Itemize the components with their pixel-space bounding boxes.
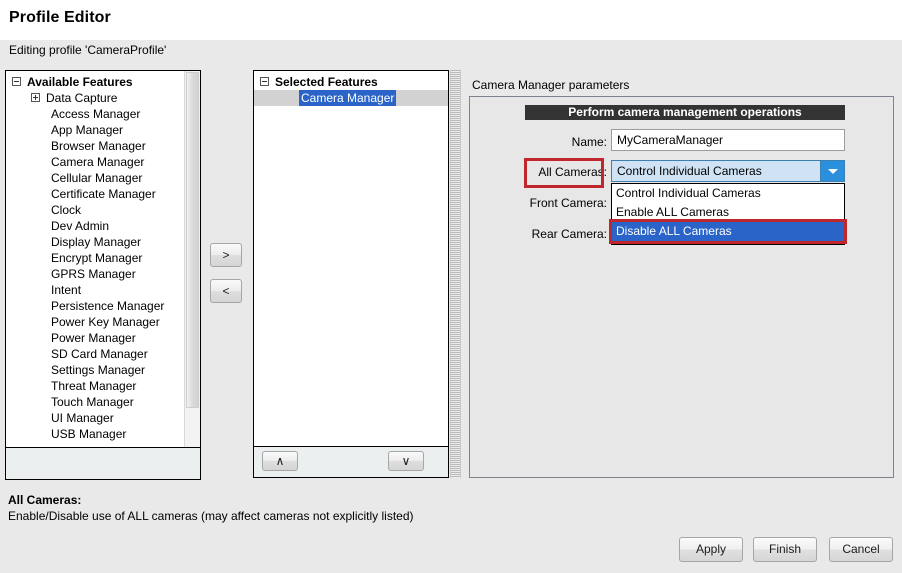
tree-item-label: Browser Manager: [51, 139, 146, 153]
selected-root-label: Selected Features: [275, 75, 378, 89]
tree-item-label: Settings Manager: [51, 363, 146, 377]
description-title: All Cameras:: [8, 493, 82, 507]
tree-item-gprs-manager[interactable]: GPRS Manager: [6, 266, 184, 282]
all-cameras-selected-value: Control Individual Cameras: [617, 164, 762, 178]
tree-item-label: Data Capture: [46, 91, 118, 105]
selected-feature-label: Camera Manager: [299, 90, 397, 106]
tree-item-data-capture[interactable]: Data Capture: [6, 90, 184, 106]
tree-item-touch-manager[interactable]: Touch Manager: [6, 394, 184, 410]
label-front-camera: Front Camera:: [529, 196, 607, 210]
tree-item-power-key-manager[interactable]: Power Key Manager: [6, 314, 184, 330]
tree-item-label: USB Manager: [51, 427, 127, 441]
tree-item-label: GPRS Manager: [51, 267, 136, 281]
tree-item-cellular-manager[interactable]: Cellular Manager: [6, 170, 184, 186]
collapse-minus-icon[interactable]: [12, 77, 21, 87]
tree-item-power-manager[interactable]: Power Manager: [6, 330, 184, 346]
collapse-minus-icon[interactable]: [260, 77, 269, 87]
selected-feature-item[interactable]: Camera Manager: [254, 90, 448, 106]
tree-item-label: Power Key Manager: [51, 315, 160, 329]
tree-root-available-features[interactable]: Available Features: [6, 74, 184, 90]
tree-item-app-manager[interactable]: App Manager: [6, 122, 184, 138]
tree-item-label: Dev Admin: [51, 219, 110, 233]
dropdown-option-enable-all-cameras[interactable]: Enable ALL Cameras: [612, 203, 844, 222]
label-all-cameras: All Cameras:: [538, 165, 607, 179]
tree-item-clock[interactable]: Clock: [6, 202, 184, 218]
label-rear-camera: Rear Camera:: [531, 227, 607, 241]
available-features-scrollbar[interactable]: [184, 71, 200, 447]
tree-item-settings-manager[interactable]: Settings Manager: [6, 362, 184, 378]
name-input[interactable]: MyCameraManager: [611, 129, 845, 151]
apply-button[interactable]: Apply: [679, 537, 743, 562]
tree-item-persistence-manager[interactable]: Persistence Manager: [6, 298, 184, 314]
tree-item-label: Persistence Manager: [51, 299, 165, 313]
tree-item-certificate-manager[interactable]: Certificate Manager: [6, 186, 184, 202]
move-down-button[interactable]: ∨: [388, 451, 424, 471]
tree-item-intent[interactable]: Intent: [6, 282, 184, 298]
tree-root-label: Available Features: [27, 75, 133, 89]
tree-item-camera-manager[interactable]: Camera Manager: [6, 154, 184, 170]
selected-features-panel[interactable]: Selected Features Camera Manager ∧ ∨: [253, 70, 449, 478]
tree-item-sd-card-manager[interactable]: SD Card Manager: [6, 346, 184, 362]
tree-item-ui-manager[interactable]: UI Manager: [6, 410, 184, 426]
tree-item-usb-manager[interactable]: USB Manager: [6, 426, 184, 442]
caret-glyph: [828, 169, 838, 174]
tree-item-label: Power Manager: [51, 331, 136, 345]
tree-item-browser-manager[interactable]: Browser Manager: [6, 138, 184, 154]
available-features-tree[interactable]: Available Features Data Capture Access Ma…: [6, 71, 184, 442]
add-feature-button[interactable]: >: [210, 243, 242, 267]
label-name: Name:: [571, 135, 607, 149]
page-title: Profile Editor: [9, 9, 111, 26]
tree-item-label: Intent: [51, 283, 82, 297]
tree-item-label: Touch Manager: [51, 395, 134, 409]
tree-item-label: Display Manager: [51, 235, 142, 249]
tree-item-encrypt-manager[interactable]: Encrypt Manager: [6, 250, 184, 266]
chevron-down-icon[interactable]: [820, 161, 844, 181]
expand-plus-icon[interactable]: [31, 93, 40, 103]
profile-editor-window: Profile Editor Editing profile 'CameraPr…: [0, 0, 902, 573]
tree-item-label: SD Card Manager: [51, 347, 148, 361]
selected-features-tree[interactable]: Selected Features Camera Manager: [254, 71, 448, 106]
tree-item-threat-manager[interactable]: Threat Manager: [6, 378, 184, 394]
tree-item-label: UI Manager: [51, 411, 114, 425]
dropdown-option-control-individual-cameras[interactable]: Control Individual Cameras: [612, 184, 844, 203]
panel-sash-divider[interactable]: [450, 70, 461, 478]
tree-item-label: App Manager: [51, 123, 124, 137]
tree-item-label: Certificate Manager: [51, 187, 156, 201]
params-panel-title: Camera Manager parameters: [472, 78, 630, 92]
dropdown-option-disable-all-cameras[interactable]: Disable ALL Cameras: [612, 222, 844, 241]
header-band: [0, 0, 902, 40]
tree-item-label: Access Manager: [51, 107, 141, 121]
tree-item-label: Cellular Manager: [51, 171, 143, 185]
move-up-button[interactable]: ∧: [262, 451, 298, 471]
tree-item-label: Clock: [51, 203, 82, 217]
description-body: Enable/Disable use of ALL cameras (may a…: [8, 509, 414, 523]
tree-item-label: Threat Manager: [51, 379, 137, 393]
tree-root-selected-features[interactable]: Selected Features: [254, 74, 448, 90]
params-group-header: Perform camera management operations: [525, 105, 845, 120]
cancel-button[interactable]: Cancel: [829, 537, 893, 562]
all-cameras-combobox[interactable]: Control Individual Cameras: [611, 160, 845, 182]
available-features-footer-area: [5, 448, 201, 480]
all-cameras-dropdown-list[interactable]: Control Individual Cameras Enable ALL Cam…: [611, 183, 845, 241]
remove-feature-button[interactable]: <: [210, 279, 242, 303]
available-features-panel[interactable]: Available Features Data Capture Access Ma…: [5, 70, 201, 448]
finish-button[interactable]: Finish: [753, 537, 817, 562]
params-groupbox: [469, 96, 894, 478]
scrollbar-thumb[interactable]: [186, 72, 199, 408]
tree-item-access-manager[interactable]: Access Manager: [6, 106, 184, 122]
editing-profile-subtitle: Editing profile 'CameraProfile': [9, 43, 167, 57]
dropdown-bottom-strip: [611, 241, 845, 245]
tree-item-label: Encrypt Manager: [51, 251, 143, 265]
tree-item-display-manager[interactable]: Display Manager: [6, 234, 184, 250]
selected-features-toolbar: ∧ ∨: [254, 446, 448, 477]
tree-item-dev-admin[interactable]: Dev Admin: [6, 218, 184, 234]
tree-item-label: Camera Manager: [51, 155, 145, 169]
